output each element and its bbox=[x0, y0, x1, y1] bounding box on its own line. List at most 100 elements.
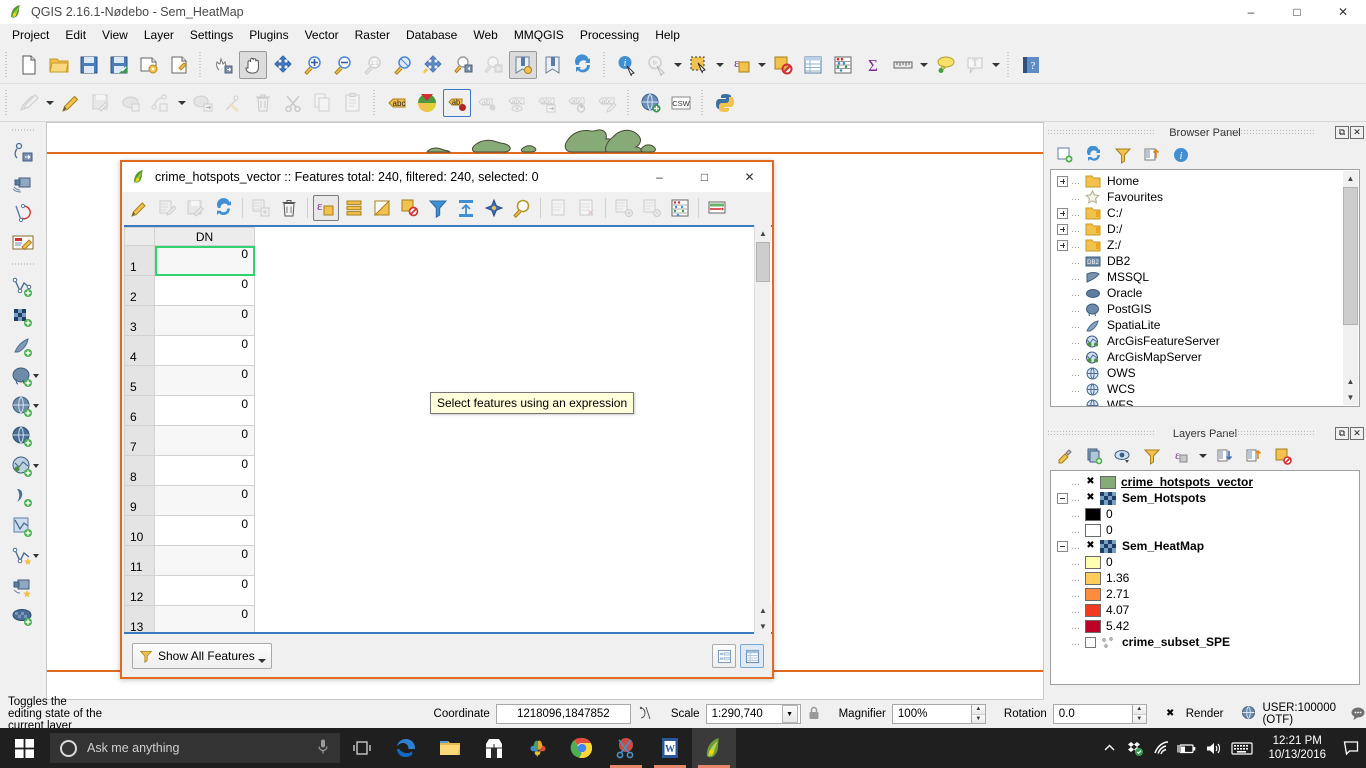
add-group-icon[interactable] bbox=[1081, 444, 1107, 468]
menu-item-web[interactable]: Web bbox=[465, 25, 505, 45]
form-view-button[interactable] bbox=[712, 644, 736, 668]
cell-dn[interactable]: 0 bbox=[155, 396, 255, 426]
browser-item-home[interactable]: …Home bbox=[1051, 173, 1359, 189]
scroll-up-arrow-2[interactable]: ▲ bbox=[755, 602, 771, 618]
cell-dn[interactable]: 0 bbox=[155, 576, 255, 606]
show-hidden-icons-icon[interactable] bbox=[1096, 728, 1122, 768]
browser-item-mssql[interactable]: …MSSQL bbox=[1051, 269, 1359, 285]
new-project-icon[interactable] bbox=[15, 51, 43, 79]
copy-features-icon[interactable] bbox=[309, 89, 337, 117]
multi-edit-icon[interactable] bbox=[155, 195, 181, 221]
toolbar-grip[interactable] bbox=[3, 52, 11, 78]
select-by-expression-icon[interactable]: ε bbox=[727, 51, 755, 79]
pin-labels-icon[interactable]: ab bbox=[443, 89, 471, 117]
georeferencer-icon[interactable] bbox=[6, 168, 40, 198]
row-number[interactable]: 7 bbox=[125, 426, 155, 456]
crs-label[interactable]: USER:100000 (OTF) bbox=[1262, 702, 1336, 726]
menu-item-vector[interactable]: Vector bbox=[297, 25, 347, 45]
menu-item-raster[interactable]: Raster bbox=[347, 25, 398, 45]
lock-icon[interactable] bbox=[807, 705, 821, 724]
show-all-features-button[interactable]: Show All Features bbox=[132, 643, 272, 669]
layer-item-crime-subset-spe[interactable]: …crime_subset_SPE bbox=[1051, 634, 1359, 650]
magnifier-field[interactable]: 100% bbox=[892, 704, 972, 724]
toolbar-grip[interactable] bbox=[3, 90, 11, 116]
volume-icon[interactable] bbox=[1200, 728, 1226, 768]
toolbar-grip[interactable] bbox=[601, 52, 609, 78]
layer-visibility-checkbox[interactable] bbox=[1085, 477, 1096, 488]
legend-class-5-42[interactable]: …5.42 bbox=[1051, 618, 1359, 634]
attribute-table-scrollbar[interactable]: ▲ ▲ ▼ bbox=[754, 225, 770, 634]
metasearch-icon[interactable] bbox=[637, 89, 665, 117]
pan-map-to-selection-icon[interactable] bbox=[209, 51, 237, 79]
deselect-all-icon[interactable] bbox=[397, 195, 423, 221]
browser-item-wfs[interactable]: …WFS bbox=[1051, 397, 1359, 407]
add-part-icon[interactable] bbox=[147, 89, 175, 117]
qgis-icon[interactable] bbox=[692, 728, 736, 768]
style-manager-icon[interactable] bbox=[1052, 444, 1078, 468]
filter-legend-icon[interactable] bbox=[1139, 444, 1165, 468]
move-feature-icon[interactable] bbox=[189, 89, 217, 117]
legend-class-4-07[interactable]: …4.07 bbox=[1051, 602, 1359, 618]
invert-selection-icon[interactable] bbox=[369, 195, 395, 221]
annotation-dropdown[interactable] bbox=[990, 51, 1002, 79]
cut-features-icon[interactable] bbox=[279, 89, 307, 117]
layer-item-sem-hotspots[interactable]: …Sem_Hotspots bbox=[1051, 490, 1359, 506]
snipping-tool-icon[interactable] bbox=[604, 728, 648, 768]
toolbar-grip[interactable] bbox=[371, 90, 379, 116]
expand-icon[interactable] bbox=[1057, 176, 1068, 187]
add-oracle-layer-icon[interactable] bbox=[6, 602, 40, 632]
cell-dn[interactable]: 0 bbox=[155, 306, 255, 336]
conditional-formatting-icon[interactable] bbox=[704, 195, 730, 221]
cell-dn[interactable]: 0 bbox=[155, 546, 255, 576]
new-shapefile-icon[interactable] bbox=[6, 512, 40, 542]
add-raster-layer-icon[interactable] bbox=[6, 302, 40, 332]
osm-editor-icon[interactable] bbox=[6, 228, 40, 258]
run-feature-action-icon[interactable] bbox=[643, 51, 671, 79]
add-mssql-layer-icon[interactable] bbox=[6, 392, 40, 422]
wifi-icon[interactable] bbox=[1148, 728, 1174, 768]
window-maximize-button[interactable]: □ bbox=[1274, 0, 1320, 24]
row-number[interactable]: 10 bbox=[125, 516, 155, 546]
table-row[interactable]: 90 bbox=[125, 486, 756, 516]
refresh-icon[interactable] bbox=[1081, 143, 1107, 167]
browser-item-d[interactable]: …D:/ bbox=[1051, 221, 1359, 237]
reload-table-icon[interactable] bbox=[211, 195, 237, 221]
remove-layer-icon[interactable] bbox=[1270, 444, 1296, 468]
open-attribute-table-icon[interactable] bbox=[799, 51, 827, 79]
move-selection-to-top-icon[interactable] bbox=[453, 195, 479, 221]
row-number[interactable]: 9 bbox=[125, 486, 155, 516]
table-row[interactable]: 50 bbox=[125, 366, 756, 396]
menu-item-layer[interactable]: Layer bbox=[136, 25, 182, 45]
zoom-native-icon[interactable]: 1:1 bbox=[359, 51, 387, 79]
start-button[interactable] bbox=[0, 728, 48, 768]
table-row[interactable]: 40 bbox=[125, 336, 756, 366]
scroll-up-arrow[interactable]: ▲ bbox=[755, 225, 771, 241]
cell-dn[interactable]: 0 bbox=[155, 276, 255, 306]
select-features-dropdown[interactable] bbox=[714, 51, 726, 79]
statistical-summary-icon[interactable]: Σ bbox=[859, 51, 887, 79]
layer-visibility-checkbox[interactable] bbox=[1085, 541, 1096, 552]
organize-columns-2-icon[interactable] bbox=[639, 195, 665, 221]
filter-expression-icon[interactable] bbox=[425, 195, 451, 221]
row-number[interactable]: 11 bbox=[125, 546, 155, 576]
expand-all-icon[interactable] bbox=[1212, 444, 1238, 468]
current-edits-icon[interactable] bbox=[15, 89, 43, 117]
table-row[interactable]: 130 bbox=[125, 606, 756, 635]
menu-item-edit[interactable]: Edit bbox=[57, 25, 94, 45]
browser-panel-close-button[interactable]: ✕ bbox=[1350, 126, 1364, 139]
cell-dn[interactable]: 0 bbox=[155, 426, 255, 456]
menu-item-help[interactable]: Help bbox=[647, 25, 688, 45]
layer-item-sem-heatmap[interactable]: …Sem_HeatMap bbox=[1051, 538, 1359, 554]
cell-dn[interactable]: 0 bbox=[155, 606, 255, 635]
keyboard-icon[interactable] bbox=[1226, 728, 1258, 768]
file-explorer-icon[interactable] bbox=[428, 728, 472, 768]
table-view-button[interactable] bbox=[740, 644, 764, 668]
clock[interactable]: 12:21 PM 10/13/2016 bbox=[1258, 734, 1336, 762]
identify-features-icon[interactable]: i bbox=[613, 51, 641, 79]
expand-icon[interactable] bbox=[1057, 208, 1068, 219]
add-postgis-layer-icon[interactable] bbox=[6, 362, 40, 392]
coordinate-field[interactable]: 1218096,1847852 bbox=[496, 704, 631, 724]
layers-panel-float-button[interactable]: ⧉ bbox=[1335, 427, 1349, 440]
expand-icon[interactable] bbox=[1057, 224, 1068, 235]
row-number[interactable]: 6 bbox=[125, 396, 155, 426]
